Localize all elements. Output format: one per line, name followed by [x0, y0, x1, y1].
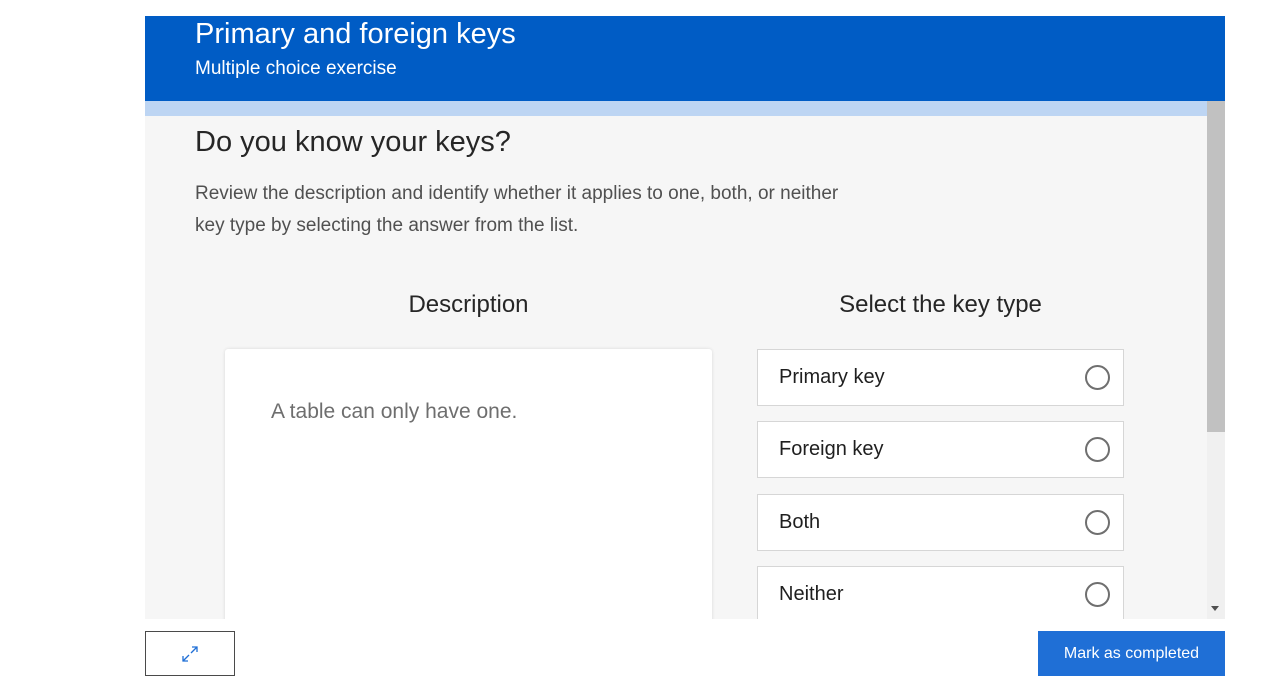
exercise-subtitle: Multiple choice exercise — [195, 58, 397, 79]
description-heading: Description — [408, 291, 529, 318]
option-label: Primary key — [779, 366, 885, 388]
description-text: A table can only have one. — [271, 400, 518, 423]
exercise-frame: Primary and foreign keys Multiple choice… — [145, 16, 1225, 619]
option-primary-key[interactable]: Primary key — [757, 349, 1124, 406]
option-foreign-key[interactable]: Foreign key — [757, 421, 1124, 478]
radio-button[interactable] — [1085, 510, 1110, 535]
option-label: Foreign key — [779, 438, 884, 460]
scroll-down-arrow-icon[interactable] — [1211, 606, 1219, 611]
option-neither[interactable]: Neither — [757, 566, 1124, 619]
description-card: A table can only have one. — [225, 349, 712, 619]
vertical-scrollbar[interactable] — [1207, 101, 1225, 619]
expand-arrows-icon — [182, 646, 198, 662]
radio-button[interactable] — [1085, 582, 1110, 607]
option-label: Neither — [779, 583, 844, 605]
option-label: Both — [779, 511, 821, 533]
radio-button[interactable] — [1085, 437, 1110, 462]
radio-button[interactable] — [1085, 365, 1110, 390]
option-both[interactable]: Both — [757, 494, 1124, 551]
key-type-heading: Select the key type — [839, 291, 1042, 318]
expand-button[interactable] — [145, 631, 235, 676]
progress-bar — [145, 101, 1225, 116]
exercise-title: Primary and foreign keys — [195, 18, 516, 50]
question-instructions: Review the description and identify whet… — [195, 183, 839, 236]
scrollbar-thumb[interactable] — [1207, 101, 1225, 432]
mark-as-completed-button[interactable]: Mark as completed — [1038, 631, 1225, 676]
exercise-header: Primary and foreign keys Multiple choice… — [145, 16, 1225, 101]
exercise-content: Do you know your keys? Review the descri… — [145, 116, 1207, 619]
lesson-page: Primary and foreign keys Multiple choice… — [0, 0, 1274, 688]
question-title: Do you know your keys? — [195, 126, 511, 158]
